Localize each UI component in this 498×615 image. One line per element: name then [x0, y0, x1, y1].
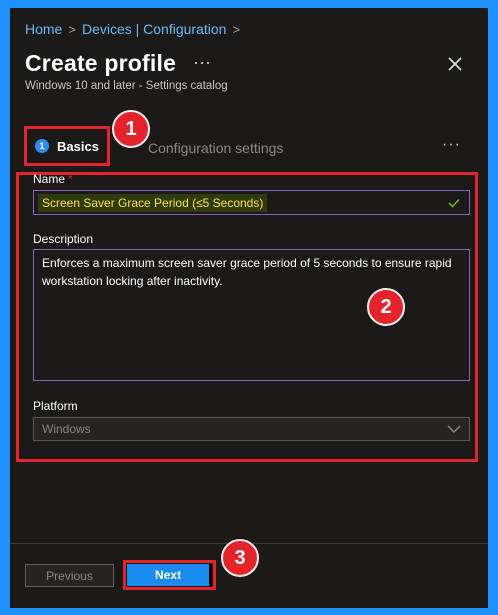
page-title: Create profile [25, 50, 177, 76]
annotation-badge-1: 1 [112, 110, 150, 148]
chevron-down-icon [447, 425, 461, 434]
description-label: Description [33, 232, 94, 246]
platform-label: Platform [33, 399, 78, 413]
checkmark-icon [448, 198, 460, 208]
breadcrumb: Home > Devices | Configuration > [25, 21, 240, 37]
tab-basics-label: Basics [57, 138, 99, 154]
annotation-badge-3: 3 [221, 539, 259, 577]
tab-configuration-settings[interactable]: Configuration settings [148, 140, 283, 156]
step-number-icon: 1 [35, 139, 49, 153]
page-subtitle: Windows 10 and later - Settings catalog [25, 80, 228, 92]
name-label-text: Name [33, 172, 66, 186]
close-icon[interactable] [446, 55, 464, 73]
name-label: Name * [33, 172, 73, 186]
name-input[interactable]: Screen Saver Grace Period (≤5 Seconds) [33, 190, 470, 215]
more-options-icon[interactable]: ··· [193, 52, 211, 73]
next-button[interactable]: Next [127, 564, 212, 586]
breadcrumb-devices-configuration[interactable]: Devices | Configuration [82, 21, 226, 37]
name-input-value: Screen Saver Grace Period (≤5 Seconds) [38, 193, 268, 212]
tabs-more-icon[interactable]: ··· [442, 136, 461, 154]
annotation-badge-2: 2 [367, 288, 405, 326]
tab-basics[interactable]: 1 Basics [24, 126, 110, 166]
platform-select-value: Windows [42, 422, 91, 436]
breadcrumb-home[interactable]: Home [25, 21, 62, 37]
platform-select[interactable]: Windows [33, 417, 470, 441]
chevron-right-icon: > [232, 21, 241, 37]
previous-button[interactable]: Previous [25, 564, 114, 587]
required-marker: * [68, 172, 73, 186]
create-profile-panel: Home > Devices | Configuration > Create … [10, 8, 488, 608]
chevron-right-icon: > [68, 21, 76, 37]
description-textarea[interactable]: Enforces a maximum screen saver grace pe… [33, 249, 470, 381]
next-button-highlight: Next [123, 560, 216, 590]
